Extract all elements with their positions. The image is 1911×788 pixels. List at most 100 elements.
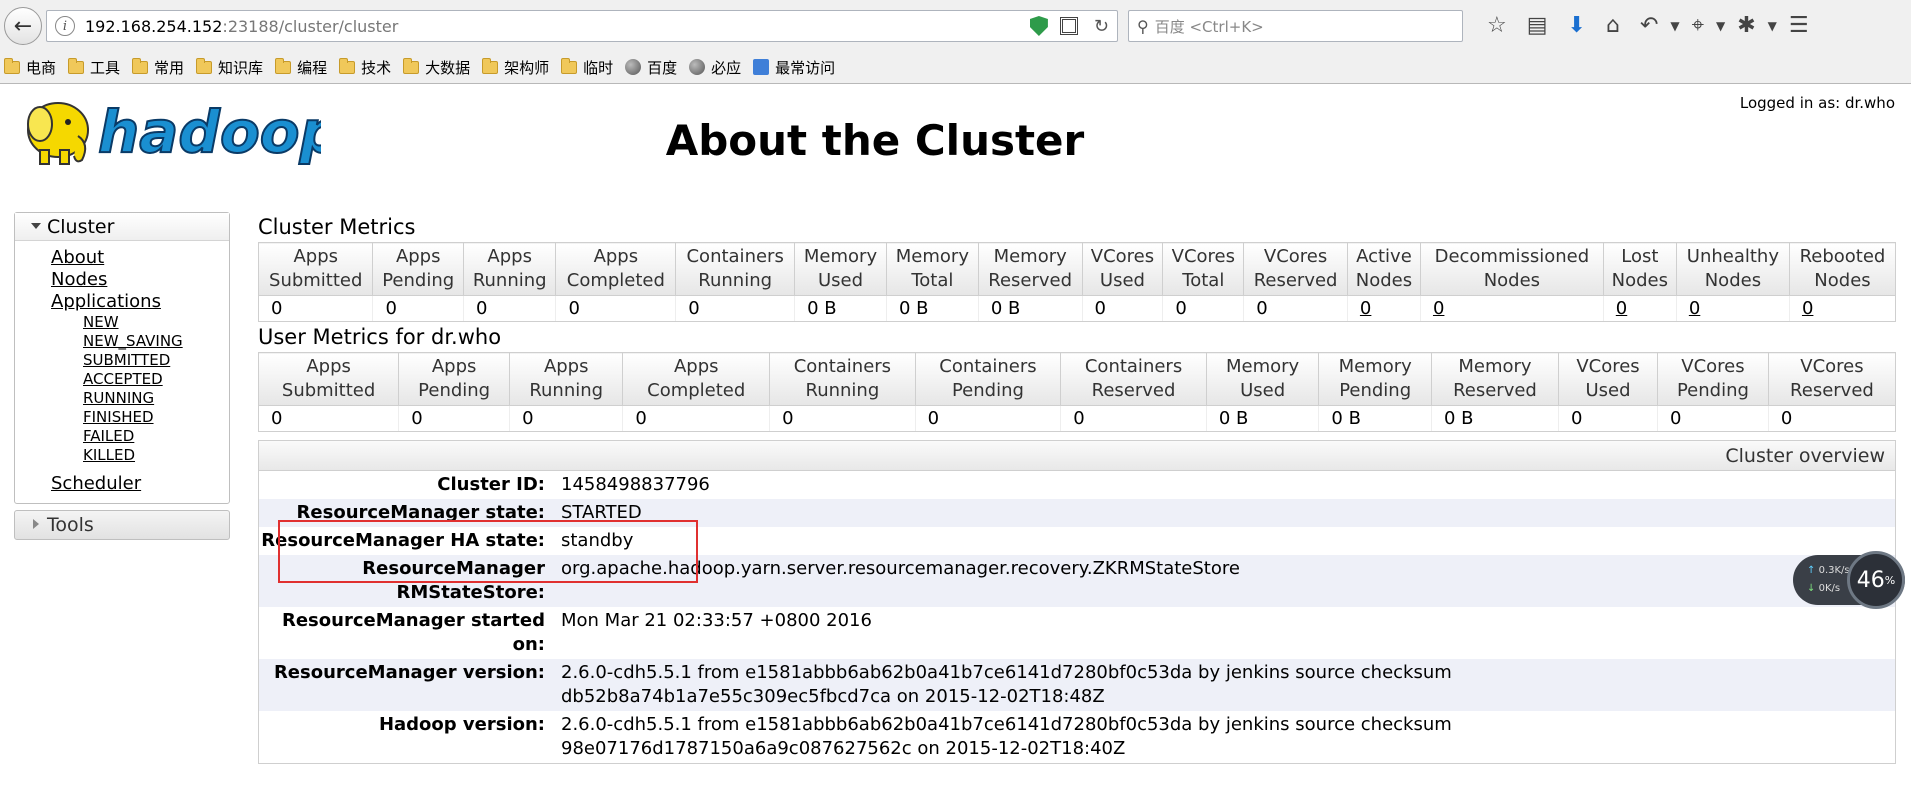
chevron-down-icon[interactable]: ▼ <box>1670 20 1679 32</box>
column-header-line2: Reserved <box>1790 380 1874 401</box>
qrcode-icon[interactable] <box>1059 17 1078 35</box>
column-header[interactable]: Apps Completed <box>622 352 771 406</box>
download-icon[interactable]: ⬇ <box>1568 15 1586 37</box>
column-header[interactable]: VCores Used <box>1081 242 1164 296</box>
chevron-down-icon[interactable]: ▼ <box>1768 20 1777 32</box>
bookmark-item[interactable]: 大数据 <box>403 57 470 78</box>
tools-panel[interactable]: Tools <box>14 510 230 540</box>
nav-link-new[interactable]: NEW <box>83 313 229 332</box>
bookmark-item[interactable]: 编程 <box>275 57 327 78</box>
search-input[interactable]: ⚲ 百度 <Ctrl+K> <box>1128 10 1463 42</box>
nav-link-failed[interactable]: FAILED <box>83 427 229 446</box>
column-header[interactable]: Apps Submitted <box>257 352 400 406</box>
nav-link-running[interactable]: RUNNING <box>83 389 229 408</box>
nav-link-killed[interactable]: KILLED <box>83 446 229 465</box>
bookmark-label: 百度 <box>647 58 678 77</box>
column-header[interactable]: Apps Submitted <box>257 242 374 296</box>
column-header[interactable]: Unhealthy Nodes <box>1675 242 1790 296</box>
shield-icon[interactable] <box>1029 16 1048 36</box>
column-header[interactable]: Lost Nodes <box>1602 242 1677 296</box>
column-header[interactable]: VCores Used <box>1557 352 1659 406</box>
table-cell: 0 <box>1060 405 1207 432</box>
bookmark-item[interactable]: 必应 <box>689 57 741 78</box>
nav-link-nodes[interactable]: Nodes <box>51 269 229 291</box>
bookmark-star-icon[interactable]: ☆ <box>1487 15 1507 37</box>
column-header[interactable]: VCores Reserved <box>1243 242 1348 296</box>
back-button[interactable]: ← <box>4 7 42 45</box>
cell-link[interactable]: 0 <box>1616 298 1627 319</box>
reading-list-icon[interactable]: ▤ <box>1527 15 1548 37</box>
column-header[interactable]: Apps Completed <box>555 242 677 296</box>
bookmark-item[interactable]: 知识库 <box>196 57 263 78</box>
network-speed-widget[interactable]: ↑ 0.3K/s ↓ 0K/s 46% <box>1793 551 1905 609</box>
highlight-box <box>278 520 698 583</box>
column-header[interactable]: Apps Pending <box>398 352 511 406</box>
cell-link[interactable]: 0 <box>1433 298 1444 319</box>
page-title: About the Cluster <box>665 116 1085 165</box>
chevron-down-icon[interactable]: ▼ <box>1716 20 1725 32</box>
crop-icon[interactable]: ⌖ <box>1692 15 1704 37</box>
column-header[interactable]: VCores Pending <box>1657 352 1769 406</box>
column-header-line2: Running <box>472 270 547 291</box>
bookmark-item[interactable]: 最常访问 <box>753 57 835 78</box>
nav-link-submitted[interactable]: SUBMITTED <box>83 351 229 370</box>
search-placeholder: 百度 <Ctrl+K> <box>1154 17 1264 36</box>
extension-icon[interactable]: ✱ <box>1737 15 1755 37</box>
column-header-line1: Memory <box>1458 356 1532 377</box>
cell-link[interactable]: 0 <box>1689 298 1700 319</box>
column-header[interactable]: Memory Reserved <box>1430 352 1559 406</box>
table-cell: 0 B <box>885 295 979 322</box>
column-header[interactable]: Containers Running <box>769 352 916 406</box>
column-header[interactable]: Containers Reserved <box>1060 352 1207 406</box>
cell-link[interactable]: 0 <box>1360 298 1371 319</box>
nav-link-finished[interactable]: FINISHED <box>83 408 229 427</box>
site-info-icon[interactable]: i <box>55 16 75 36</box>
cluster-metrics-title: Cluster Metrics <box>258 215 416 239</box>
undo-icon[interactable]: ↶ <box>1640 15 1658 37</box>
column-header[interactable]: Apps Pending <box>372 242 464 296</box>
column-header-line2: Reserved <box>1253 270 1338 291</box>
tools-panel-header[interactable]: Tools <box>15 511 229 539</box>
upload-speed: 0.3K/s <box>1818 565 1850 576</box>
bookmark-label: 电商 <box>26 58 57 77</box>
cell-value: 0 B <box>1331 408 1361 429</box>
column-header[interactable]: Memory Used <box>794 242 887 296</box>
bookmark-item[interactable]: 百度 <box>625 57 677 78</box>
table-cell: 0 B <box>1318 405 1432 432</box>
column-header[interactable]: VCores Reserved <box>1767 352 1897 406</box>
home-icon[interactable]: ⌂ <box>1606 15 1620 37</box>
column-header[interactable]: Memory Total <box>885 242 979 296</box>
cell-link[interactable]: 0 <box>1802 298 1813 319</box>
nav-link-accepted[interactable]: ACCEPTED <box>83 370 229 389</box>
speed-rates: ↑ 0.3K/s ↓ 0K/s <box>1807 562 1850 598</box>
column-header-line1: VCores <box>1576 356 1640 377</box>
column-header-line1: Apps <box>431 356 477 377</box>
column-header[interactable]: VCores Total <box>1162 242 1245 296</box>
nav-link-new-saving[interactable]: NEW_SAVING <box>83 332 229 351</box>
column-header[interactable]: Rebooted Nodes <box>1788 242 1897 296</box>
column-header[interactable]: Apps Running <box>509 352 624 406</box>
column-header[interactable]: Memory Reserved <box>977 242 1083 296</box>
column-header[interactable]: Containers Pending <box>914 352 1062 406</box>
bookmark-item[interactable]: 临时 <box>561 57 613 78</box>
column-header-line2: Total <box>911 270 954 291</box>
column-header[interactable]: Decommissioned Nodes <box>1419 242 1604 296</box>
nav-link-about[interactable]: About <box>51 247 229 269</box>
nav-link-applications[interactable]: Applications <box>51 291 229 313</box>
column-header[interactable]: Active Nodes <box>1346 242 1421 296</box>
column-header[interactable]: Memory Used <box>1205 352 1320 406</box>
bookmark-item[interactable]: 架构师 <box>482 57 549 78</box>
column-header[interactable]: Containers Running <box>675 242 796 296</box>
column-header[interactable]: Memory Pending <box>1318 352 1432 406</box>
url-bar[interactable]: i 192.168.254.152:23188/cluster/cluster … <box>46 10 1118 42</box>
column-header-line1: VCores <box>1171 246 1235 267</box>
bookmark-item[interactable]: 常用 <box>132 57 184 78</box>
bookmark-item[interactable]: 技术 <box>339 57 391 78</box>
reload-icon[interactable]: ↻ <box>1094 16 1109 37</box>
column-header[interactable]: Apps Running <box>462 242 557 296</box>
bookmark-item[interactable]: 工具 <box>68 57 120 78</box>
cluster-panel-header[interactable]: Cluster <box>15 213 229 241</box>
menu-icon[interactable]: ☰ <box>1789 15 1809 37</box>
nav-link-scheduler[interactable]: Scheduler <box>51 473 229 495</box>
bookmark-item[interactable]: 电商 <box>4 57 56 78</box>
